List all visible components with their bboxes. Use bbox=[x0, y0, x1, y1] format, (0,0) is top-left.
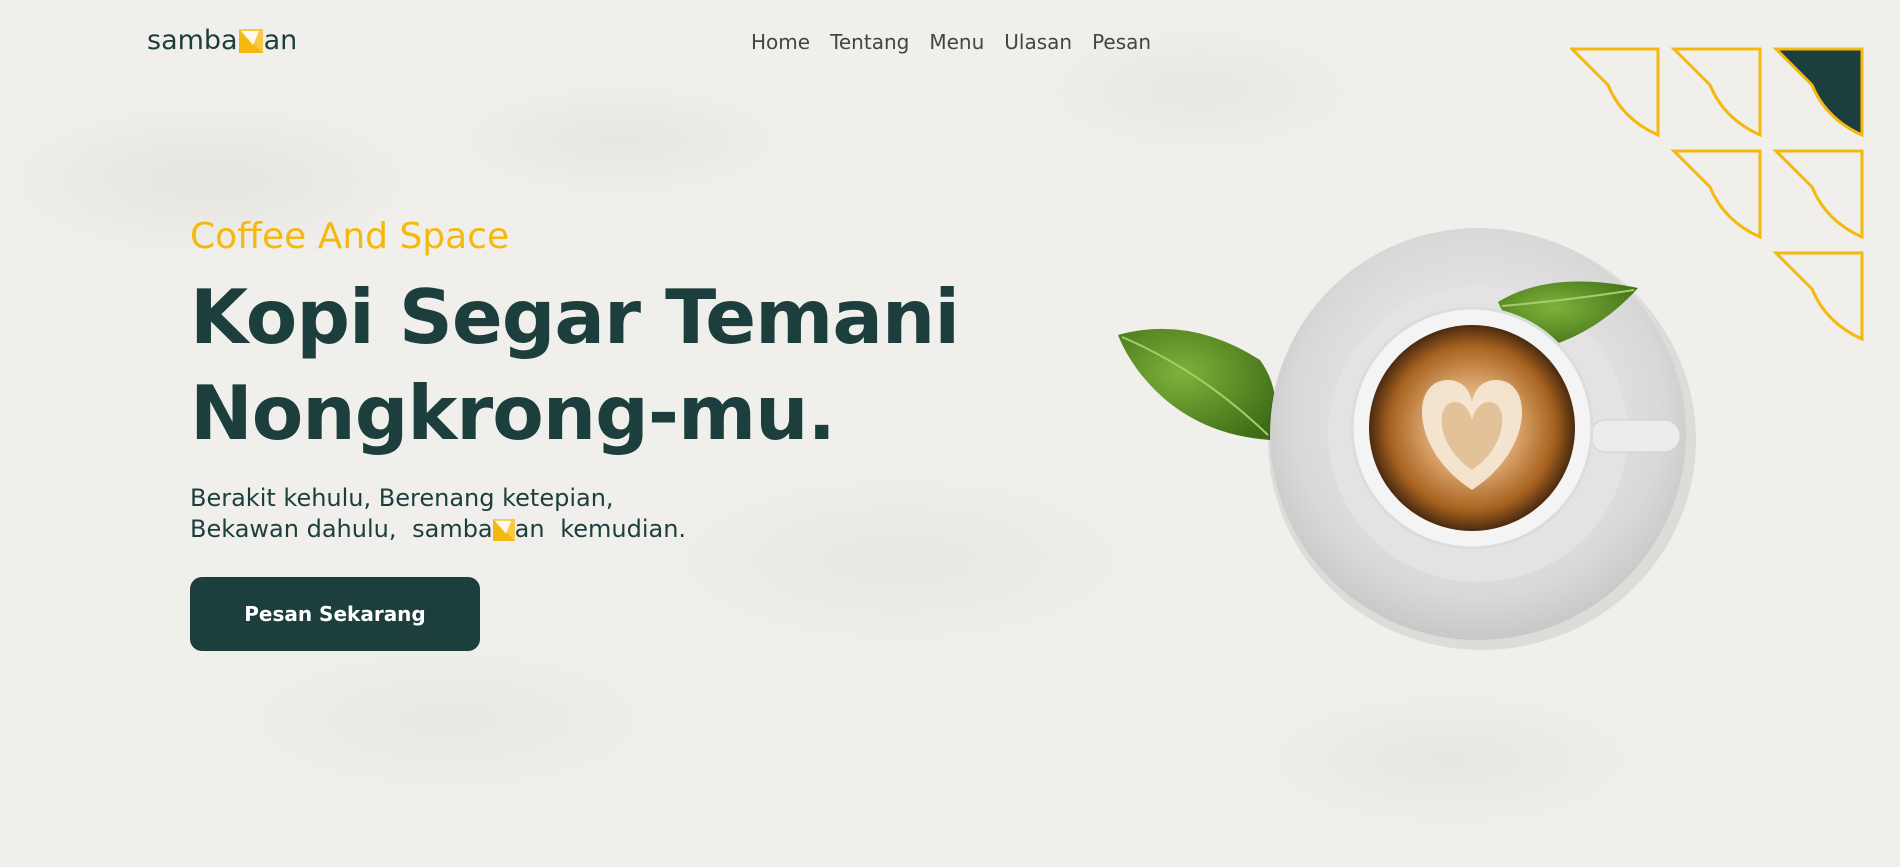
hero-section: Coffee And Space Kopi Segar Temani Nongk… bbox=[190, 216, 960, 545]
brand-name-part2: an bbox=[263, 25, 298, 56]
coffee-cup-illustration bbox=[1118, 228, 1696, 650]
folded-corner-icon bbox=[492, 518, 515, 541]
order-now-button[interactable]: Pesan Sekarang bbox=[190, 577, 480, 651]
brand-name-part1: samba bbox=[147, 25, 238, 56]
sub-line2: Bekawan dahulu, samba an kemudian. bbox=[190, 514, 959, 545]
sub-line2-prefix: Bekawan dahulu, bbox=[190, 515, 397, 543]
sub-line1: Berakit kehulu, Berenang ketepian, bbox=[190, 484, 614, 512]
headline-line1: Kopi Segar Temani bbox=[190, 273, 960, 361]
brand-logo[interactable]: samba an bbox=[147, 25, 297, 56]
folded-corner-icon bbox=[238, 28, 263, 53]
inline-brand-logo: samba an bbox=[412, 514, 544, 545]
sub-line2-suffix: kemudian. bbox=[560, 515, 687, 543]
inline-brand-part1: samba bbox=[412, 515, 493, 543]
nav-link-pesan[interactable]: Pesan bbox=[1092, 30, 1151, 54]
nav-link-tentang[interactable]: Tentang bbox=[830, 30, 909, 54]
hero-eyebrow: Coffee And Space bbox=[190, 216, 510, 257]
headline-line2: Nongkrong-mu. bbox=[190, 369, 836, 457]
inline-brand-part2: an bbox=[514, 515, 545, 543]
hero-subtext: Berakit kehulu, Berenang ketepian, Bekaw… bbox=[190, 483, 959, 545]
nav-link-menu[interactable]: Menu bbox=[929, 30, 984, 54]
hero-headline: Kopi Segar Temani Nongkrong-mu. bbox=[190, 269, 960, 461]
nav-link-home[interactable]: Home bbox=[751, 30, 810, 54]
main-nav: Home Tentang Menu Ulasan Pesan bbox=[751, 30, 1151, 54]
nav-link-ulasan[interactable]: Ulasan bbox=[1004, 30, 1072, 54]
